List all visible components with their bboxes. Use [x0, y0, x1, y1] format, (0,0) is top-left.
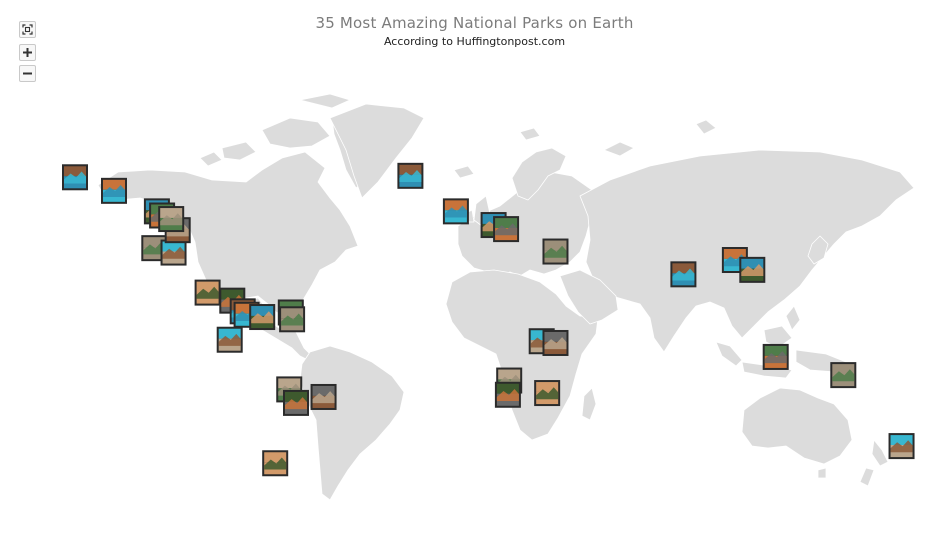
park-photo-marker[interactable] — [534, 380, 561, 407]
park-photo-marker[interactable] — [493, 216, 520, 243]
park-photo-marker[interactable] — [262, 450, 289, 477]
world-map[interactable] — [0, 0, 949, 533]
park-photo-marker[interactable] — [397, 162, 424, 189]
park-photo-marker[interactable] — [283, 389, 309, 416]
park-photo-marker[interactable] — [62, 164, 88, 191]
tasmania — [817, 467, 827, 479]
park-photo-marker[interactable] — [249, 304, 276, 331]
park-photo-marker[interactable] — [739, 256, 766, 283]
park-photo-marker[interactable] — [194, 279, 221, 306]
park-photo-marker[interactable] — [160, 239, 187, 266]
park-photo-marker[interactable] — [542, 238, 569, 265]
park-photo-marker[interactable] — [158, 206, 185, 233]
new-zealand — [859, 439, 889, 487]
park-photo-marker[interactable] — [101, 177, 127, 204]
park-photo-marker[interactable] — [310, 383, 337, 410]
madagascar — [581, 387, 597, 421]
australia-landmass — [741, 387, 853, 465]
park-photo-marker[interactable] — [442, 198, 469, 225]
park-photo-marker[interactable] — [216, 326, 243, 353]
park-photo-marker[interactable] — [494, 381, 521, 408]
park-photo-marker[interactable] — [670, 261, 697, 288]
park-photo-marker[interactable] — [762, 343, 789, 370]
park-photo-marker[interactable] — [888, 433, 915, 460]
park-photo-marker[interactable] — [830, 362, 857, 389]
south-america-landmass — [299, 345, 405, 501]
park-photo-marker[interactable] — [542, 329, 569, 356]
park-photo-marker[interactable] — [279, 306, 306, 333]
